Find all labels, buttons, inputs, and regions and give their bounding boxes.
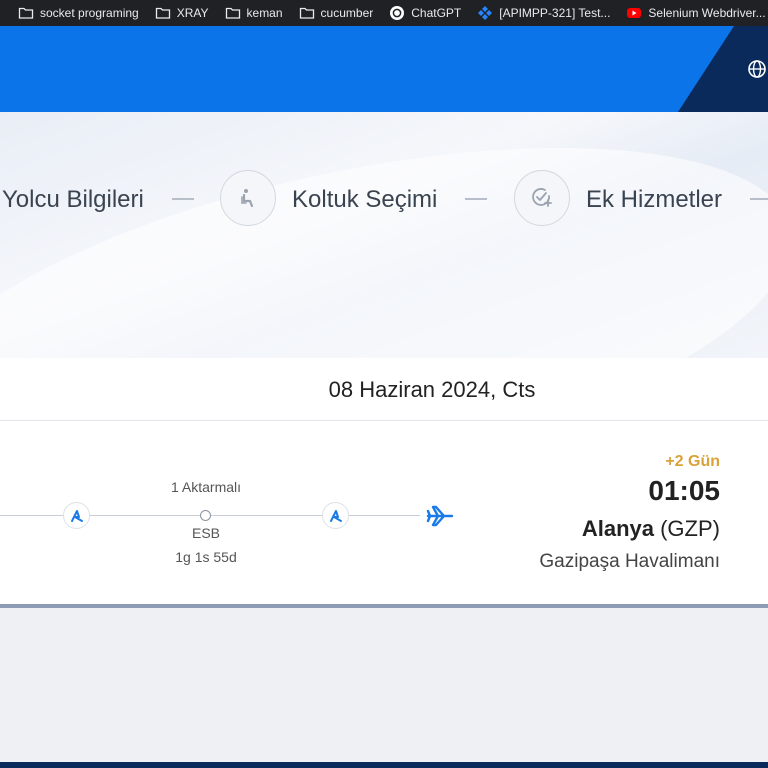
flight-date: 08 Haziran 2024, Cts	[328, 377, 536, 402]
bookmark-keman[interactable]: keman	[225, 5, 283, 21]
bookmark-cucumber[interactable]: cucumber	[299, 5, 374, 21]
arrival-city-name: Alanya	[581, 516, 654, 541]
bookmark-label: ChatGPT	[411, 6, 462, 20]
bookmark-label: socket programing	[40, 6, 139, 20]
site-header	[0, 26, 768, 112]
globe-icon[interactable]	[748, 60, 766, 78]
step-extra-services-label: Ek Hizmetler	[586, 186, 723, 213]
flight-date-bar: 08 Haziran 2024, Cts	[0, 358, 768, 421]
folder-icon	[18, 7, 34, 19]
bookmark-label: cucumber	[320, 6, 374, 20]
step-separator	[750, 198, 768, 200]
arrival-airport-name: Gazipaşa Havalimanı	[539, 551, 720, 572]
folder-icon	[299, 7, 314, 19]
bookmark-xray[interactable]: XRAY	[155, 5, 209, 21]
stopover-airport-code: ESB	[191, 525, 220, 541]
step-separator	[465, 198, 487, 200]
step-seat-selection-circle[interactable]	[220, 170, 276, 226]
folder-icon	[225, 7, 240, 19]
transfer-count: 1 Aktarmalı	[170, 479, 242, 495]
bookmark-label: [APIMPP-321] Test...	[499, 6, 611, 20]
flight-card[interactable]: 1 Aktarmalı ESB 1g 1s 55d +2 Gün 01:05 A…	[0, 421, 768, 608]
airline-logo-icon	[63, 502, 90, 529]
folder-icon	[155, 7, 170, 19]
bookmark-label: keman	[246, 6, 283, 20]
bookmark-apimpp-321[interactable]: [APIMPP-321] Test...	[477, 5, 610, 21]
youtube-icon	[627, 8, 642, 18]
stopover-duration: 1g 1s 55d	[175, 549, 237, 565]
add-service-icon	[532, 188, 552, 207]
step-extra-services-circle[interactable]	[514, 170, 570, 226]
seat-icon	[241, 189, 254, 208]
bookmark-socket-programing[interactable]: socket programing	[18, 5, 139, 21]
footer-bar	[0, 762, 768, 768]
airplane-icon	[426, 505, 454, 527]
bookmark-label: XRAY	[176, 6, 209, 20]
step-passenger-info-label: Yolcu Bilgileri	[2, 186, 144, 213]
stopover-dot	[200, 510, 211, 521]
bookmark-chatgpt[interactable]: ChatGPT	[389, 5, 461, 21]
arrival-city: Alanya (GZP)	[582, 516, 720, 542]
booking-steps: Yolcu Bilgileri Koltuk Seçimi Ek Hizmetl…	[0, 112, 768, 358]
chatgpt-icon	[390, 6, 405, 20]
arrival-airport-code: (GZP)	[660, 516, 720, 541]
step-separator	[172, 198, 194, 200]
bookmarks-bar: socket programing XRAY keman cucumber Ch…	[0, 0, 768, 26]
arrival-day-offset: +2 Gün	[665, 453, 720, 470]
bookmark-label: Selenium Webdriver...	[648, 6, 766, 20]
airline-logo-icon	[322, 502, 349, 529]
bookmark-selenium-webdriver[interactable]: Selenium Webdriver...	[626, 5, 766, 21]
arrival-time: 01:05	[648, 475, 720, 506]
jira-icon	[478, 6, 493, 20]
step-seat-selection-label: Koltuk Seçimi	[292, 186, 438, 213]
